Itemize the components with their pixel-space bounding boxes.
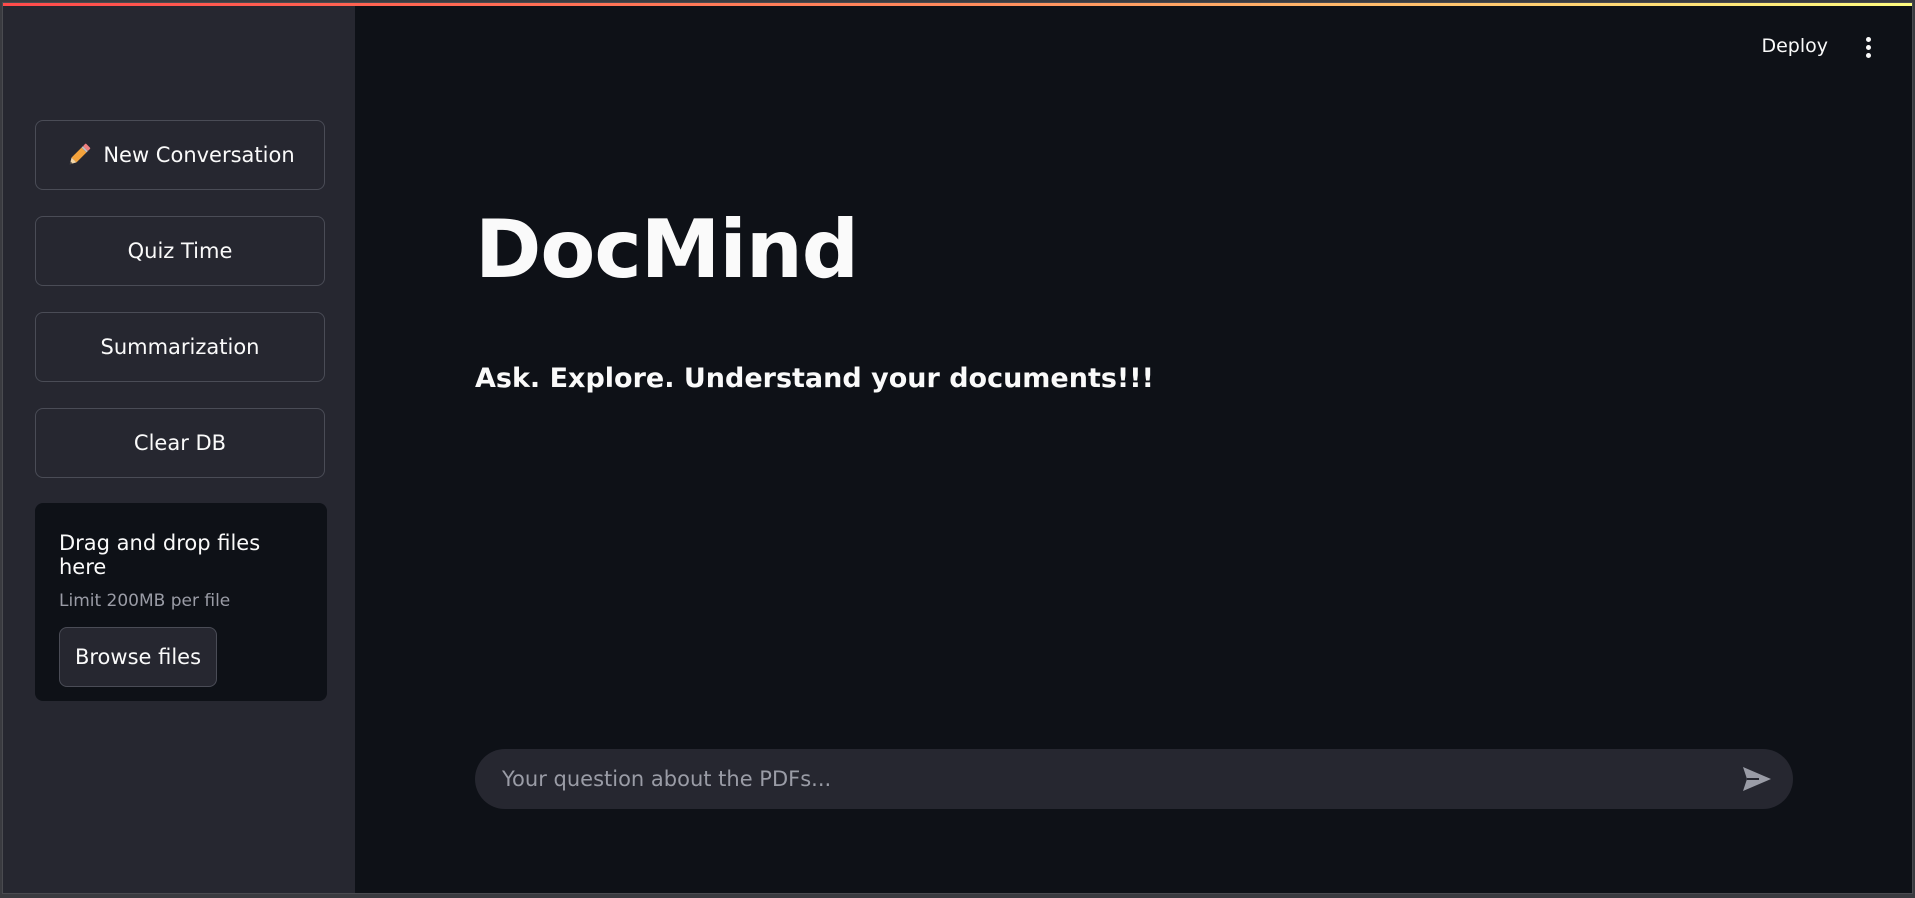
- kebab-vertical-icon[interactable]: [1862, 37, 1874, 63]
- dropzone-limit: Limit 200MB per file: [59, 591, 231, 611]
- deploy-button[interactable]: Deploy: [1761, 35, 1828, 57]
- pencil-icon: [70, 143, 91, 165]
- summarization-label: Summarization: [100, 335, 260, 359]
- file-dropzone[interactable]: Drag and drop files here Limit 200MB per…: [35, 503, 327, 701]
- sidebar: New Conversation Quiz Time Summarization…: [3, 6, 355, 893]
- send-icon[interactable]: [1741, 765, 1773, 793]
- page-subtitle: Ask. Explore. Understand your documents!…: [475, 363, 1154, 394]
- page-title: DocMind: [475, 203, 859, 296]
- dropzone-title: Drag and drop files here: [59, 531, 261, 579]
- chat-input-container: [475, 749, 1793, 809]
- clear-db-button[interactable]: Clear DB: [35, 408, 325, 478]
- new-conversation-button[interactable]: New Conversation: [35, 120, 325, 190]
- chat-input[interactable]: [500, 766, 1741, 792]
- quiz-time-button[interactable]: Quiz Time: [35, 216, 325, 286]
- summarization-button[interactable]: Summarization: [35, 312, 325, 382]
- clear-db-label: Clear DB: [133, 431, 227, 455]
- quiz-time-label: Quiz Time: [127, 239, 233, 263]
- app-window: New Conversation Quiz Time Summarization…: [2, 2, 1913, 894]
- new-conversation-label: New Conversation: [103, 143, 295, 167]
- browse-files-button[interactable]: Browse files: [59, 627, 217, 687]
